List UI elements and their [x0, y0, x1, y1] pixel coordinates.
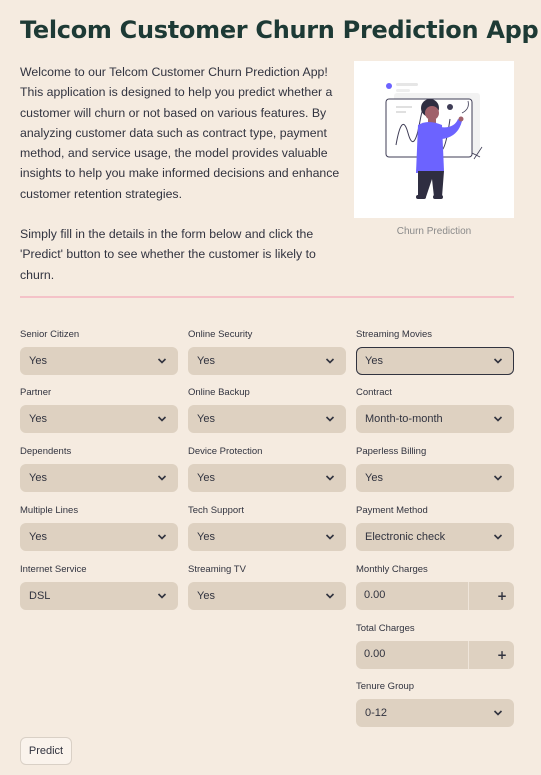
- partner-label: Partner: [20, 387, 52, 398]
- payment-method-select[interactable]: Electronic check: [356, 523, 514, 551]
- payment-method-label: Payment Method: [356, 505, 428, 516]
- contract-label: Contract: [356, 387, 392, 398]
- payment-method-value: Electronic check: [365, 531, 446, 543]
- chevron-down-icon: [493, 710, 503, 716]
- device-protection-label: Device Protection: [188, 446, 263, 457]
- tenure-group-select[interactable]: 0-12: [356, 699, 514, 727]
- monthly-charges-decrement-button[interactable]: [468, 582, 490, 610]
- tech-support-value: Yes: [197, 531, 215, 543]
- internet-service-label: Internet Service: [20, 564, 87, 575]
- dependents-field: Dependents Yes: [20, 445, 178, 492]
- streaming-movies-label: Streaming Movies: [356, 329, 433, 340]
- image-caption: Churn Prediction: [396, 226, 472, 237]
- device-protection-field: Device Protection Yes: [188, 445, 346, 492]
- chevron-down-icon: [493, 534, 503, 540]
- monthly-charges-value: 0.00: [364, 589, 386, 601]
- streaming-tv-field: Streaming TV Yes: [188, 563, 346, 610]
- online-backup-field: Online Backup Yes: [188, 386, 346, 433]
- streaming-tv-label: Streaming TV: [188, 564, 246, 575]
- dependents-select[interactable]: Yes: [20, 464, 178, 492]
- streaming-movies-field: Streaming Movies Yes: [356, 328, 514, 375]
- online-security-select[interactable]: Yes: [188, 347, 346, 375]
- tenure-group-field: Tenure Group 0-12: [356, 680, 514, 727]
- internet-service-field: Internet Service DSL: [20, 563, 178, 610]
- internet-service-value: DSL: [29, 590, 51, 602]
- total-charges-input[interactable]: 0.00 +: [356, 641, 514, 669]
- streaming-movies-select[interactable]: Yes: [356, 347, 514, 375]
- monthly-charges-label: Monthly Charges: [356, 564, 428, 575]
- total-charges-field: Total Charges 0.00 +: [356, 622, 514, 669]
- tenure-group-label: Tenure Group: [356, 681, 415, 692]
- online-security-field: Online Security Yes: [188, 328, 346, 375]
- chevron-down-icon: [325, 358, 335, 364]
- multiple-lines-select[interactable]: Yes: [20, 523, 178, 551]
- device-protection-select[interactable]: Yes: [188, 464, 346, 492]
- tech-support-select[interactable]: Yes: [188, 523, 346, 551]
- partner-field: Partner Yes: [20, 386, 178, 433]
- online-backup-value: Yes: [197, 413, 215, 425]
- chevron-down-icon: [325, 593, 335, 599]
- person-analyzing-chart-illustration: [385, 83, 483, 199]
- multiple-lines-label: Multiple Lines: [20, 505, 79, 516]
- tech-support-label: Tech Support: [188, 505, 244, 516]
- online-backup-select[interactable]: Yes: [188, 405, 346, 433]
- paperless-billing-field: Paperless Billing Yes: [356, 445, 514, 492]
- senior-citizen-field: Senior Citizen Yes: [20, 328, 178, 375]
- internet-service-select[interactable]: DSL: [20, 582, 178, 610]
- chevron-down-icon: [493, 358, 503, 364]
- multiple-lines-field: Multiple Lines Yes: [20, 504, 178, 551]
- chevron-down-icon: [325, 416, 335, 422]
- senior-citizen-select[interactable]: Yes: [20, 347, 178, 375]
- online-backup-label: Online Backup: [188, 387, 250, 398]
- paperless-billing-select[interactable]: Yes: [356, 464, 514, 492]
- tenure-group-value: 0-12: [365, 707, 388, 719]
- intro-paragraph-1: Welcome to our Telcom Customer Churn Pre…: [20, 65, 340, 201]
- payment-method-field: Payment Method Electronic check: [356, 504, 514, 551]
- chevron-down-icon: [493, 416, 503, 422]
- contract-value: Month-to-month: [365, 413, 443, 425]
- streaming-tv-select[interactable]: Yes: [188, 582, 346, 610]
- device-protection-value: Yes: [197, 472, 215, 484]
- chevron-down-icon: [157, 534, 167, 540]
- contract-select[interactable]: Month-to-month: [356, 405, 514, 433]
- intro-paragraph-2: Simply fill in the details in the form b…: [20, 227, 316, 282]
- dependents-value: Yes: [29, 472, 47, 484]
- paperless-billing-value: Yes: [365, 472, 383, 484]
- chevron-down-icon: [157, 358, 167, 364]
- chevron-down-icon: [325, 534, 335, 540]
- predict-button[interactable]: Predict: [20, 737, 72, 765]
- contract-field: Contract Month-to-month: [356, 386, 514, 433]
- partner-value: Yes: [29, 413, 47, 425]
- multiple-lines-value: Yes: [29, 531, 47, 543]
- chevron-down-icon: [157, 475, 167, 481]
- total-charges-decrement-button[interactable]: [468, 641, 490, 669]
- dependents-label: Dependents: [20, 446, 72, 457]
- total-charges-increment-button[interactable]: +: [490, 641, 514, 669]
- streaming-movies-value: Yes: [365, 355, 383, 367]
- tech-support-field: Tech Support Yes: [188, 504, 346, 551]
- partner-select[interactable]: Yes: [20, 405, 178, 433]
- online-security-value: Yes: [197, 355, 215, 367]
- divider: [20, 296, 514, 298]
- monthly-charges-input[interactable]: 0.00 +: [356, 582, 514, 610]
- monthly-charges-field: Monthly Charges 0.00 +: [356, 563, 514, 610]
- page-title: Telcom Customer Churn Prediction App: [20, 16, 539, 44]
- senior-citizen-label: Senior Citizen: [20, 329, 80, 340]
- monthly-charges-increment-button[interactable]: +: [490, 582, 514, 610]
- senior-citizen-value: Yes: [29, 355, 47, 367]
- streaming-tv-value: Yes: [197, 590, 215, 602]
- chevron-down-icon: [157, 416, 167, 422]
- paperless-billing-label: Paperless Billing: [356, 446, 427, 457]
- online-security-label: Online Security: [188, 329, 253, 340]
- intro-text: Welcome to our Telcom Customer Churn Pre…: [20, 62, 346, 285]
- chevron-down-icon: [493, 475, 503, 481]
- chevron-down-icon: [157, 593, 167, 599]
- total-charges-value: 0.00: [364, 648, 386, 660]
- total-charges-label: Total Charges: [356, 623, 415, 634]
- churn-prediction-image: [354, 61, 514, 218]
- chevron-down-icon: [325, 475, 335, 481]
